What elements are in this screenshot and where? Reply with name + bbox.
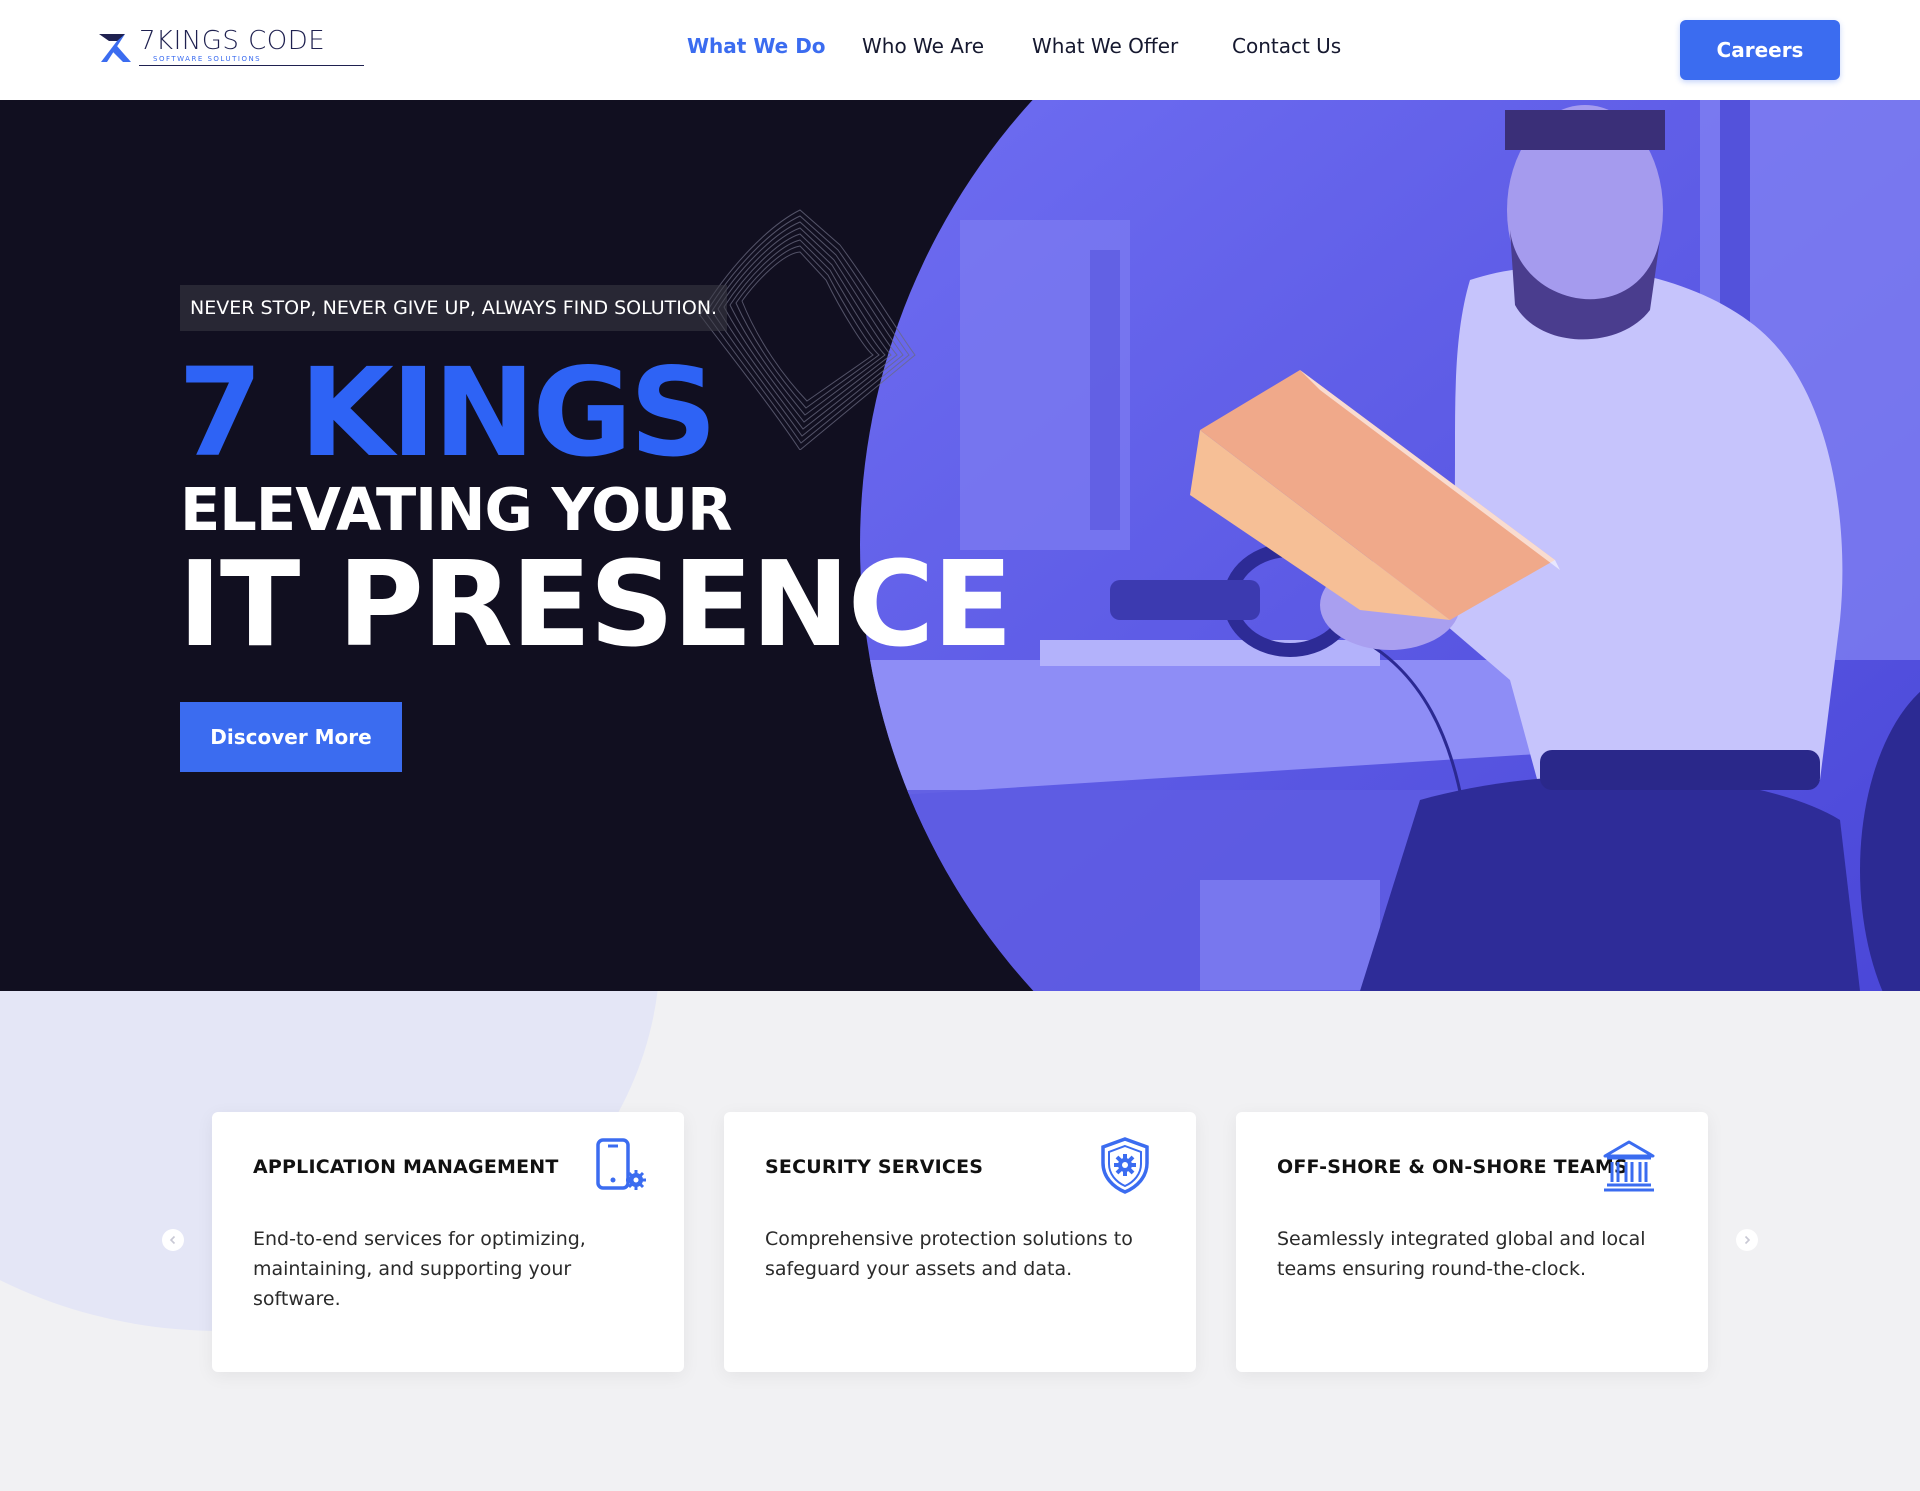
hero-headline-line2: IT PRESENCE [178, 535, 1013, 673]
main-nav: What We Do Who We Are What We Offer Cont… [0, 34, 1920, 64]
services-section: APPLICATION MANAGEMENT End-to-end servic… [0, 991, 1920, 1491]
service-card-offshore-onshore-teams[interactable]: OFF-SHORE & ON-SHORE TEAMS Seamlessly in… [1236, 1112, 1708, 1372]
service-card-title: APPLICATION MANAGEMENT [253, 1156, 559, 1178]
service-card-description: End-to-end services for optimizing, main… [253, 1228, 586, 1310]
service-card-title: OFF-SHORE & ON-SHORE TEAMS [1277, 1156, 1628, 1178]
nav-who-we-are[interactable]: Who We Are [862, 34, 984, 58]
service-card-title: SECURITY SERVICES [765, 1156, 984, 1178]
service-card-description: Seamlessly integrated global and local t… [1277, 1228, 1646, 1280]
shield-gear-icon [1101, 1137, 1149, 1194]
hero-headline-line1: ELEVATING YOUR [180, 475, 733, 544]
discover-more-button[interactable]: Discover More [180, 702, 402, 772]
service-card-description: Comprehensive protection solutions to sa… [765, 1228, 1133, 1280]
nav-what-we-do[interactable]: What We Do [687, 34, 826, 58]
site-header: 7KINGS CODE SOFTWARE SOLUTIONS What We D… [0, 0, 1920, 100]
nav-what-we-offer[interactable]: What We Offer [1032, 34, 1178, 58]
hero-tagline: NEVER STOP, NEVER GIVE UP, ALWAYS FIND S… [180, 285, 728, 331]
slider-next-button[interactable] [1736, 1229, 1758, 1251]
service-card-application-management[interactable]: APPLICATION MANAGEMENT End-to-end servic… [212, 1112, 684, 1372]
nav-contact-us[interactable]: Contact Us [1232, 34, 1341, 58]
careers-button[interactable]: Careers [1680, 20, 1840, 80]
slider-prev-button[interactable] [162, 1229, 184, 1251]
logo-underline [139, 65, 364, 66]
chevron-right-icon [1744, 1235, 1751, 1245]
hero-headline-brand: 7 KINGS [178, 342, 717, 484]
service-card-security-services[interactable]: SECURITY SERVICES Comprehensive protecti… [724, 1112, 1196, 1372]
institution-icon [1603, 1140, 1655, 1192]
hero-section: NEVER STOP, NEVER GIVE UP, ALWAYS FIND S… [0, 100, 1920, 991]
mobile-gear-icon [596, 1138, 646, 1190]
chevron-left-icon [169, 1235, 176, 1245]
